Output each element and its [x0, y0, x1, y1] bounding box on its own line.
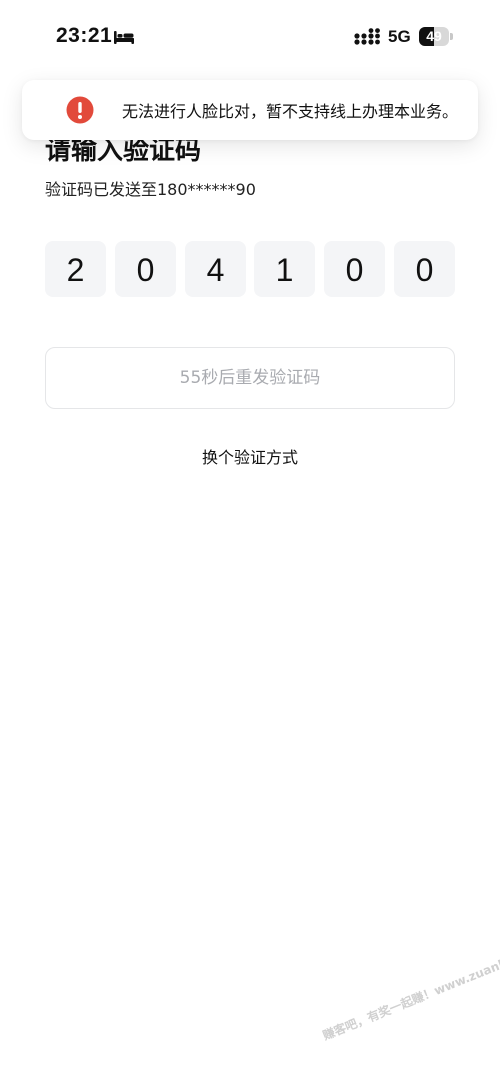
code-digit-box[interactable]: 0 — [115, 241, 176, 297]
verification-screen: 23:21 5G 49 请输入验证码 验证码已发送至180******90 无法… — [0, 0, 500, 1087]
code-digit-box[interactable]: 2 — [45, 241, 106, 297]
signal-strength-icon — [354, 28, 380, 45]
battery-level-text: 49 — [426, 28, 442, 44]
watermark: 赚客吧，有奖一起赚！www.zuanke8.com — [320, 937, 500, 1043]
switch-verification-method-link[interactable]: 换个验证方式 — [0, 444, 500, 468]
code-digit-box[interactable]: 0 — [394, 241, 455, 297]
battery-icon: 49 — [419, 27, 449, 46]
code-digit-box[interactable]: 1 — [254, 241, 315, 297]
error-toast: 无法进行人脸比对，暂不支持线上办理本业务。 — [22, 80, 478, 140]
toast-message: 无法进行人脸比对，暂不支持线上办理本业务。 — [122, 102, 459, 121]
status-bar: 23:21 5G 49 — [0, 0, 500, 74]
battery-tip — [450, 33, 453, 40]
sent-to-phone-text: 验证码已发送至180******90 — [45, 180, 256, 199]
sleep-mode-icon — [114, 31, 134, 44]
network-type-label: 5G — [388, 27, 411, 46]
verification-code-input[interactable]: 2 0 4 1 0 0 — [45, 241, 455, 297]
switch-method-label[interactable]: 换个验证方式 — [202, 448, 298, 467]
resend-code-button[interactable]: 55秒后重发验证码 — [45, 347, 455, 409]
status-time: 23:21 — [56, 24, 113, 47]
code-digit-box[interactable]: 4 — [185, 241, 246, 297]
code-digit-box[interactable]: 0 — [324, 241, 385, 297]
error-exclamation-icon — [66, 96, 94, 124]
